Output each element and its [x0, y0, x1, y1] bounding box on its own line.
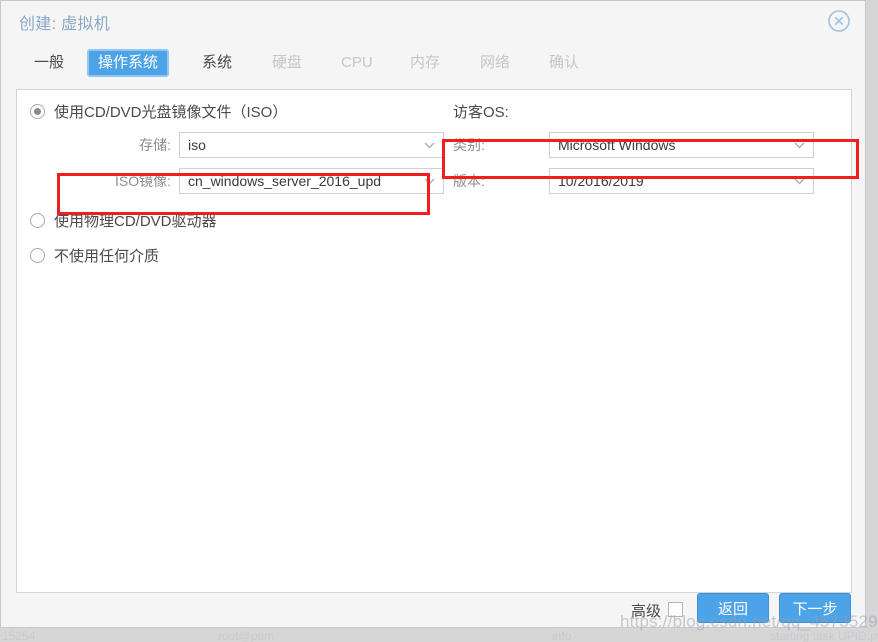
- chevron-down-icon: [424, 178, 435, 185]
- storage-label: 存储:: [139, 137, 171, 153]
- chevron-down-icon: [794, 142, 805, 149]
- radio-use-physical-drive[interactable]: 使用物理CD/DVD驱动器: [30, 210, 217, 231]
- background-log-level: info: [552, 630, 572, 642]
- os-category-value: Microsoft Windows: [558, 137, 676, 153]
- wizard-content-panel: 使用CD/DVD光盘镜像文件（ISO） 存储: iso ISO镜像: cn_wi…: [16, 89, 852, 593]
- next-button[interactable]: 下一步: [779, 593, 851, 623]
- tab-os[interactable]: 操作系统: [87, 49, 170, 77]
- iso-image-value: cn_windows_server_2016_upd: [188, 173, 382, 189]
- radio-unselected-icon: [30, 213, 45, 228]
- os-category-row: 类别: Microsoft Windows: [453, 132, 814, 158]
- create-vm-dialog: 创建: 虚拟机 一般 操作系统 系统 硬盘 CPU 内存 网络 确认 使用CD/…: [0, 0, 866, 628]
- advanced-label: 高级: [630, 603, 661, 620]
- storage-select[interactable]: iso: [179, 132, 444, 158]
- os-version-select[interactable]: 10/2016/2019: [549, 168, 814, 194]
- os-category-select[interactable]: Microsoft Windows: [549, 132, 814, 158]
- dialog-titlebar: 创建: 虚拟机: [1, 1, 865, 45]
- tab-memory[interactable]: 内存: [401, 49, 449, 77]
- dialog-title: 创建: 虚拟机: [19, 16, 110, 33]
- radio-unselected-icon: [30, 248, 45, 263]
- tab-cpu[interactable]: CPU: [332, 49, 382, 77]
- guest-os-heading: 访客OS:: [453, 104, 509, 121]
- dialog-footer: 高级 返回 下一步: [1, 591, 865, 627]
- chevron-down-icon: [424, 142, 435, 149]
- chevron-down-icon: [794, 178, 805, 185]
- background-log-user: root@pam: [218, 630, 275, 642]
- radio-no-media[interactable]: 不使用任何介质: [30, 245, 159, 266]
- radio-no-media-label: 不使用任何介质: [54, 248, 160, 265]
- storage-row: 存储: iso: [117, 132, 444, 158]
- os-category-label: 类别:: [453, 137, 485, 153]
- storage-value: iso: [188, 137, 206, 153]
- close-circle-icon[interactable]: [827, 9, 851, 33]
- background-log-row: 15254 root@pam info starting task UPID:p…: [0, 630, 878, 642]
- radio-selected-icon: [30, 104, 45, 119]
- os-version-label: 版本:: [453, 173, 485, 189]
- background-log-message: starting task UPID:pve:00004B22:06DC1D65…: [770, 630, 878, 642]
- radio-use-iso-file[interactable]: 使用CD/DVD光盘镜像文件（ISO）: [30, 101, 287, 122]
- tab-system[interactable]: 系统: [193, 49, 241, 77]
- advanced-checkbox[interactable]: [668, 602, 683, 617]
- os-version-value: 10/2016/2019: [558, 173, 644, 189]
- radio-use-physical-drive-label: 使用物理CD/DVD驱动器: [54, 213, 217, 230]
- iso-image-label: ISO镜像:: [114, 173, 171, 189]
- tab-network[interactable]: 网络: [471, 49, 519, 77]
- wizard-tabbar: 一般 操作系统 系统 硬盘 CPU 内存 网络 确认: [1, 45, 865, 87]
- background-log-id: 15254: [2, 630, 36, 642]
- iso-image-row: ISO镜像: cn_windows_server_2016_upd: [102, 168, 444, 194]
- tab-general[interactable]: 一般: [25, 49, 73, 77]
- os-version-row: 版本: 10/2016/2019: [453, 168, 814, 194]
- tab-harddisk[interactable]: 硬盘: [263, 49, 311, 77]
- back-button[interactable]: 返回: [697, 593, 769, 623]
- iso-image-select[interactable]: cn_windows_server_2016_upd: [179, 168, 444, 194]
- tab-confirm[interactable]: 确认: [540, 49, 588, 77]
- radio-use-iso-file-label: 使用CD/DVD光盘镜像文件（ISO）: [54, 104, 288, 121]
